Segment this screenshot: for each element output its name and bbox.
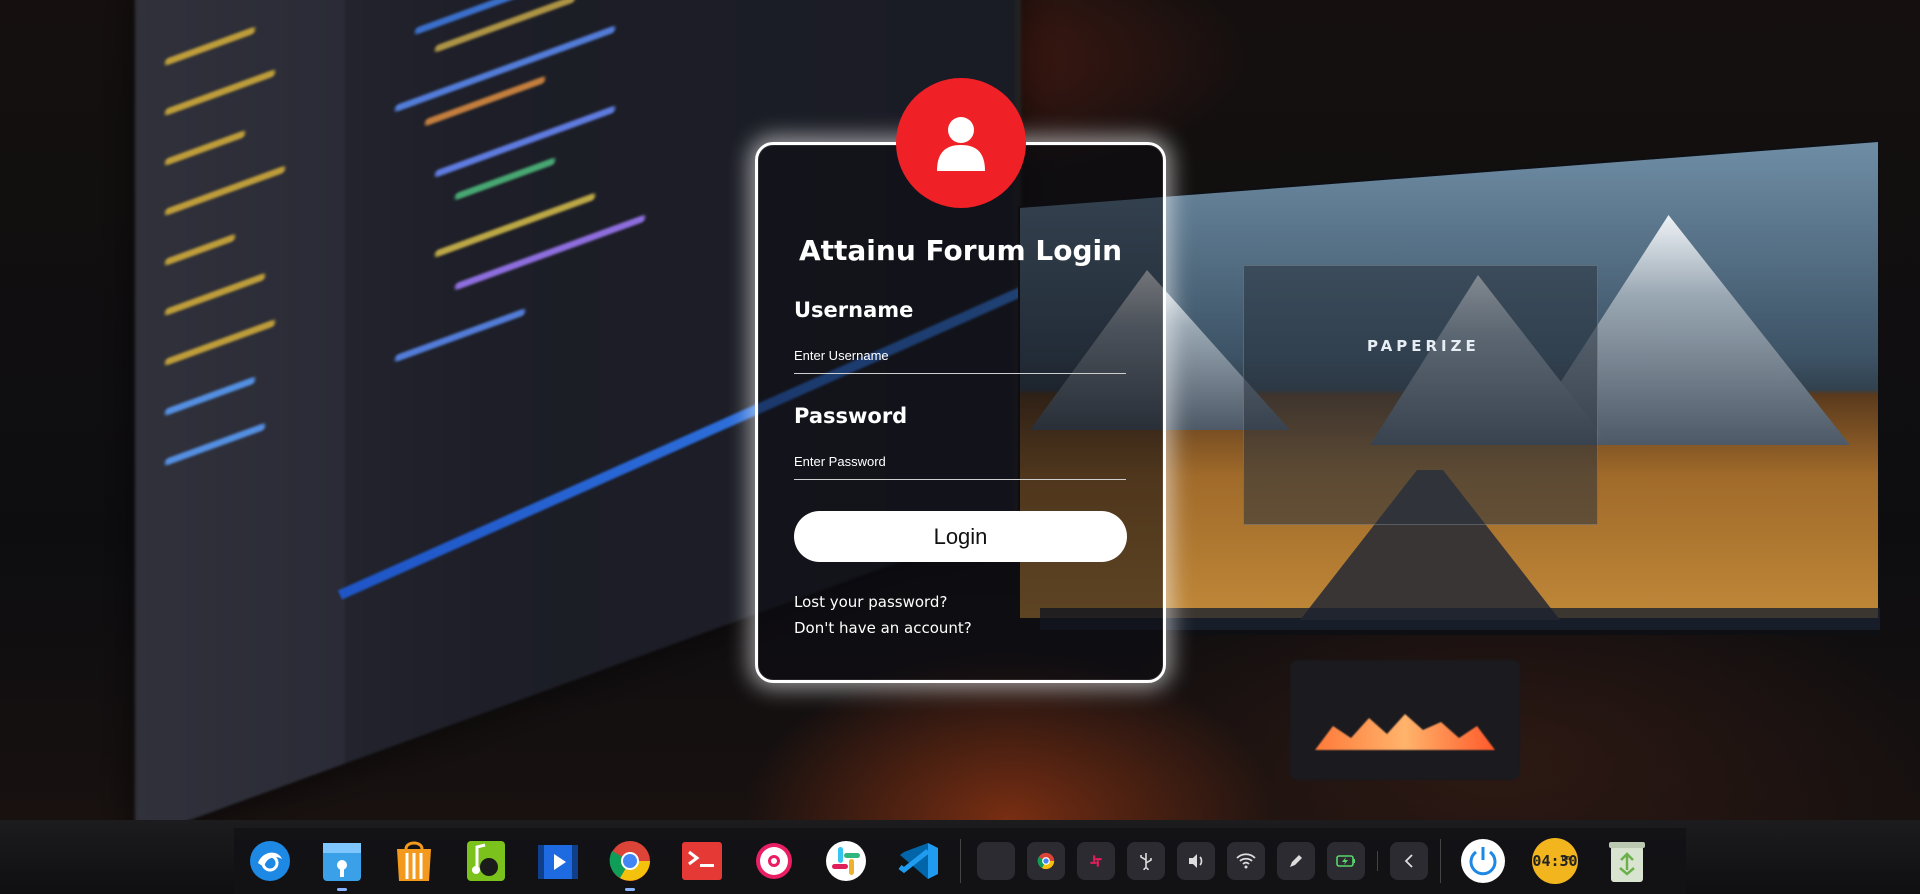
movie-icon[interactable] bbox=[534, 837, 582, 885]
tray-blank-icon[interactable] bbox=[977, 842, 1015, 880]
user-icon bbox=[937, 117, 985, 171]
chrome-icon[interactable] bbox=[606, 837, 654, 891]
tray-separator bbox=[1377, 851, 1378, 871]
app-store-icon[interactable] bbox=[390, 837, 438, 885]
taskbar-dock: 04:30 pm bbox=[234, 828, 1686, 894]
system-tray bbox=[971, 842, 1434, 880]
pen-icon[interactable] bbox=[1277, 842, 1315, 880]
slack-icon[interactable] bbox=[822, 837, 870, 885]
password-label: Password bbox=[794, 404, 908, 428]
trash-icon[interactable] bbox=[1603, 837, 1651, 885]
tray-slack-icon[interactable] bbox=[1077, 842, 1115, 880]
settings-icon[interactable] bbox=[750, 837, 798, 885]
wifi-icon[interactable] bbox=[1227, 842, 1265, 880]
chevron-left-icon[interactable] bbox=[1390, 842, 1428, 880]
clock-icon[interactable]: 04:30 pm bbox=[1531, 837, 1579, 885]
tray-chrome-icon[interactable] bbox=[1027, 842, 1065, 880]
user-avatar bbox=[896, 78, 1026, 208]
clock-time: 04:30 bbox=[1532, 852, 1578, 870]
signup-link[interactable]: Don't have an account? bbox=[794, 619, 972, 637]
wallpaper-phone bbox=[1290, 660, 1520, 780]
dock-separator bbox=[960, 839, 961, 883]
paperize-title: PAPERIZE bbox=[1367, 337, 1480, 355]
clock-ampm: pm bbox=[1561, 854, 1570, 862]
dock-separator-2 bbox=[1440, 839, 1441, 883]
login-button[interactable]: Login bbox=[794, 511, 1127, 562]
file-manager-icon[interactable] bbox=[318, 837, 366, 891]
music-icon[interactable] bbox=[462, 837, 510, 885]
password-input[interactable] bbox=[794, 450, 1126, 480]
login-title: Attainu Forum Login bbox=[798, 234, 1123, 267]
deepin-launcher-icon[interactable] bbox=[246, 837, 294, 885]
forgot-password-link[interactable]: Lost your password? bbox=[794, 593, 947, 611]
terminal-icon[interactable] bbox=[678, 837, 726, 885]
volume-icon[interactable] bbox=[1177, 842, 1215, 880]
wallpaper-paperize-window bbox=[1243, 265, 1598, 525]
username-label: Username bbox=[794, 298, 914, 322]
username-input[interactable] bbox=[794, 344, 1126, 374]
power-icon[interactable] bbox=[1459, 837, 1507, 885]
usb-icon[interactable] bbox=[1127, 842, 1165, 880]
battery-icon[interactable] bbox=[1327, 842, 1365, 880]
vscode-icon[interactable] bbox=[894, 837, 942, 885]
